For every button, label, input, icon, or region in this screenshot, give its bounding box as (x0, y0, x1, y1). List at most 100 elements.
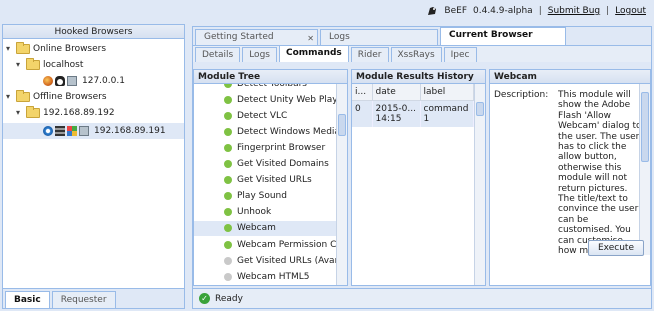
description-text: This module will show the Adobe Flash 'A… (558, 90, 642, 257)
tree-online-browsers[interactable]: ▾ Online Browsers (3, 41, 184, 56)
tab-basic[interactable]: Basic (5, 291, 50, 308)
collapse-icon[interactable]: ▾ (6, 44, 16, 53)
tree-label: 127.0.0.1 (82, 75, 125, 86)
module-label: Get Visited Domains (237, 159, 329, 169)
main-panel: Getting Started ✕ Logs Current Browser D… (192, 26, 652, 309)
tree-browser-127[interactable]: 127.0.0.1 (3, 73, 184, 88)
results-scrollbar[interactable] (474, 84, 485, 285)
folder-icon (26, 57, 40, 70)
tree-host-192[interactable]: ▾ 192.168.89.192 (3, 105, 184, 120)
module-item[interactable]: Detect VLC (194, 108, 336, 123)
folder-icon (26, 105, 40, 118)
tree-offline-browsers[interactable]: ▾ Offline Browsers (3, 89, 184, 104)
module-status-icon (224, 256, 232, 265)
module-item[interactable]: Webcam (194, 220, 336, 236)
module-status-icon (224, 160, 232, 168)
tab-xssrays[interactable]: XssRays (390, 47, 442, 62)
browser-tree: ▾ Online Browsers ▾ localhost 127.0.0.1 … (3, 39, 184, 289)
tree-label: 192.168.89.192 (43, 107, 115, 118)
column-header-label[interactable]: label (420, 84, 474, 101)
sub-tabbar: Details Logs Commands Rider XssRays Ipec (193, 45, 651, 62)
module-item[interactable]: Fingerprint Browser (194, 140, 336, 155)
scrollbar-thumb[interactable] (476, 102, 484, 116)
module-detail-panel: Webcam Description: This module will sho… (489, 69, 651, 286)
top-bar: BeEF 0.4.4.9-alpha | Submit Bug | Logout (426, 5, 646, 17)
results-title: Module Results History (352, 70, 485, 84)
close-icon[interactable]: ✕ (307, 31, 314, 46)
tab-current-browser[interactable]: Current Browser (440, 27, 566, 45)
ready-check-icon: ✓ (199, 293, 210, 304)
tab-details[interactable]: Details (195, 47, 241, 62)
tab-logs[interactable]: Logs (320, 29, 438, 45)
module-tree-panel: Module Tree Detect Toolbars Detect Unity … (193, 69, 348, 286)
module-item[interactable]: Unhook (194, 205, 336, 220)
module-item[interactable]: Webcam Permission Chec (194, 237, 336, 252)
detail-scrollbar[interactable] (639, 84, 650, 255)
collapse-icon[interactable]: ▾ (6, 92, 16, 101)
scrollbar-thumb[interactable] (338, 114, 346, 136)
column-header-id[interactable]: i... (352, 84, 373, 101)
module-item[interactable]: Webcam HTML5 (194, 269, 336, 284)
results-panel: Module Results History i... date label 0… (351, 69, 486, 286)
module-item[interactable]: Get Visited Domains (194, 157, 336, 172)
module-item[interactable]: Play Sound (194, 189, 336, 204)
flash-icon (55, 126, 65, 136)
module-status-icon (224, 84, 232, 88)
ie-icon (43, 126, 53, 136)
module-item[interactable]: Get Visited URLs (194, 173, 336, 188)
separator: | (606, 6, 610, 16)
column-header-date[interactable]: date (372, 84, 421, 101)
module-label: Unhook (237, 207, 272, 218)
hooked-browsers-panel: Hooked Browsers ▾ Online Browsers ▾ loca… (2, 24, 185, 309)
collapse-icon[interactable]: ▾ (16, 60, 26, 69)
tree-localhost[interactable]: ▾ localhost (3, 57, 184, 72)
tab-commands[interactable]: Commands (278, 45, 349, 62)
execute-button[interactable]: Execute (588, 240, 644, 256)
submit-bug-link[interactable]: Submit Bug (548, 6, 600, 16)
module-status-icon (224, 240, 232, 249)
linux-icon (55, 75, 65, 86)
tree-label: Offline Browsers (33, 91, 107, 102)
description-label: Description: (494, 90, 549, 100)
module-item[interactable]: Get Visited URLs (Avant E (194, 253, 336, 268)
module-tree-title: Module Tree (194, 70, 347, 84)
module-item[interactable]: Detect Windows Media Pla (194, 124, 336, 139)
module-detail-title: Webcam (490, 70, 650, 84)
module-label: Webcam HTML5 (237, 271, 310, 282)
app-version: 0.4.4.9-alpha (473, 6, 533, 16)
module-status-icon (224, 176, 232, 185)
left-tabbar: Basic Requester (3, 288, 184, 308)
separator: | (538, 6, 542, 16)
module-status-icon (224, 143, 232, 152)
commands-content: Module Tree Detect Toolbars Detect Unity … (193, 69, 651, 286)
tab-rider[interactable]: Rider (350, 47, 389, 62)
module-status-icon (224, 127, 232, 136)
tab-ipec[interactable]: Ipec (443, 47, 477, 62)
computer-icon (79, 126, 89, 136)
module-label: Get Visited URLs (Avant E (237, 255, 336, 266)
scrollbar-thumb[interactable] (641, 92, 649, 162)
module-label: Detect Windows Media Pla (237, 126, 336, 137)
tab-getting-started[interactable]: Getting Started ✕ (195, 29, 318, 45)
tree-label: Online Browsers (33, 43, 107, 54)
tab-label: Getting Started (204, 32, 274, 42)
windows-icon (67, 126, 77, 136)
firefox-icon (43, 75, 53, 86)
tab-requester[interactable]: Requester (51, 291, 116, 308)
module-status-icon (224, 208, 232, 217)
module-item[interactable]: Detect Unity Web Player (194, 92, 336, 107)
module-scrollbar[interactable] (336, 84, 347, 285)
results-table: i... date label 0 2015-0... 14:15 comman… (352, 84, 474, 127)
module-label: Webcam (237, 223, 276, 234)
tree-browser-191[interactable]: 192.168.89.191 (3, 123, 184, 139)
module-status-icon (224, 111, 232, 120)
status-text: Ready (215, 293, 243, 304)
computer-icon (67, 75, 77, 86)
table-row[interactable]: 0 2015-0... 14:15 command 1 (352, 100, 474, 127)
module-status-icon (224, 224, 232, 233)
collapse-icon[interactable]: ▾ (16, 108, 26, 117)
tab-logs-sub[interactable]: Logs (242, 47, 277, 62)
module-item[interactable]: Detect Toolbars (194, 84, 336, 91)
logout-link[interactable]: Logout (615, 6, 646, 16)
module-label: Webcam Permission Chec (237, 239, 336, 250)
